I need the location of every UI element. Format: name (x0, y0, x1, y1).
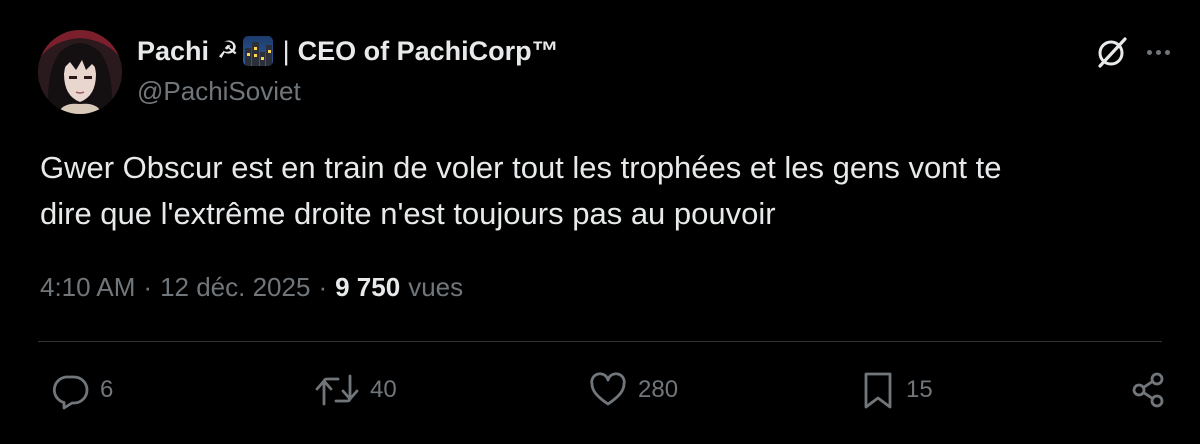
meta-separator: · (143, 272, 153, 302)
tweet-text: Gwer Obscur est en train de voler tout l… (40, 145, 1160, 237)
bookmark-count: 15 (906, 376, 933, 403)
tweet-card: Pachi ☭ | CEO of PachiCorp™ @PachiSoviet… (0, 0, 1200, 444)
repost-button[interactable]: 40 (314, 368, 397, 412)
share-icon (1128, 370, 1168, 410)
grok-icon[interactable] (1094, 34, 1130, 70)
meta-separator: · (318, 272, 328, 302)
views-count[interactable]: 9 750 (335, 272, 400, 303)
bookmark-icon (860, 370, 896, 410)
reply-icon (50, 370, 90, 410)
bookmark-button[interactable]: 15 (860, 368, 933, 412)
tweet-date[interactable]: 12 déc. 2025 (160, 272, 310, 303)
hammer-sickle-icon: ☭ (217, 37, 239, 64)
divider (38, 341, 1162, 342)
tweet-text-line: Gwer Obscur est en train de voler tout l… (40, 150, 1002, 185)
like-icon (588, 370, 628, 410)
author-name-row[interactable]: Pachi ☭ | CEO of PachiCorp™ (137, 34, 559, 68)
more-icon[interactable] (1143, 38, 1173, 66)
repost-count: 40 (370, 376, 397, 403)
like-button[interactable]: 280 (588, 368, 678, 412)
share-button[interactable] (1128, 368, 1168, 412)
tweet-time[interactable]: 4:10 AM (40, 272, 135, 303)
reply-count: 6 (100, 376, 114, 403)
night-city-emoji-icon (242, 36, 273, 66)
tweet-text-line: dire que l'extrême droite n'est toujours… (40, 196, 776, 231)
reply-button[interactable]: 6 (50, 368, 113, 412)
avatar[interactable] (38, 30, 122, 114)
repost-icon (314, 370, 360, 410)
views-label: vues (408, 272, 464, 302)
author-title: CEO of PachiCorp™ (297, 35, 559, 66)
display-name[interactable]: Pachi (137, 36, 209, 67)
author-handle[interactable]: @PachiSoviet (137, 76, 301, 107)
title-separator: | (282, 35, 290, 66)
like-count: 280 (638, 376, 679, 403)
tweet-meta: 4:10 AM · 12 déc. 2025 · 9 750 vues (40, 272, 463, 303)
